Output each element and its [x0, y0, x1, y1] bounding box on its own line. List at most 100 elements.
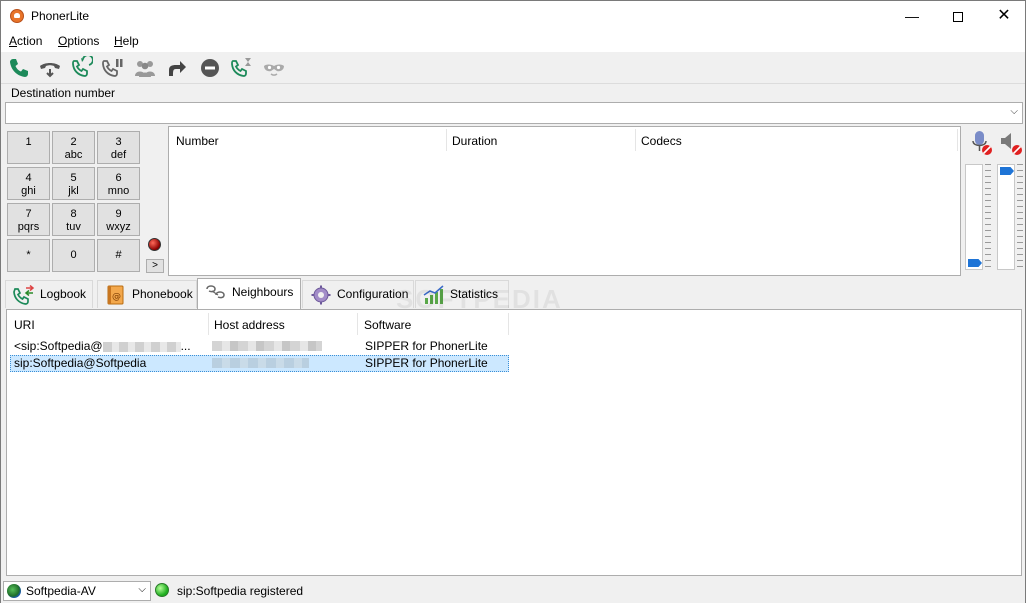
key-digit: 9 — [115, 208, 122, 220]
chevron-down-icon[interactable]: ⌵ — [1010, 106, 1018, 117]
key-digit: 2 — [70, 136, 77, 148]
account-select[interactable]: Softpedia-AV ⌵ — [3, 581, 151, 601]
key-7[interactable]: 7 pqrs — [7, 203, 50, 236]
globe-icon — [7, 584, 21, 598]
redacted-host-address — [212, 358, 309, 368]
dnd-icon[interactable] — [198, 56, 222, 80]
column-separator[interactable] — [635, 129, 636, 151]
key-digit: 1 — [25, 136, 32, 148]
key-5[interactable]: 5 jkl — [52, 167, 95, 200]
destination-input[interactable]: ⌵ — [5, 102, 1023, 124]
phonebook-icon: @ — [104, 285, 128, 305]
slider-thumb[interactable] — [1000, 167, 1014, 175]
status-text: sip:Softpedia registered — [177, 584, 304, 598]
microphone-mute-icon[interactable] — [969, 130, 993, 156]
record-icon[interactable] — [148, 238, 161, 251]
neighbours-list[interactable]: URI Host address Software <sip:Softpedia… — [6, 309, 1022, 576]
neighbours-icon — [204, 283, 228, 303]
callwait-icon[interactable] — [229, 56, 253, 80]
chevron-down-icon[interactable]: ⌵ — [138, 584, 146, 595]
mask-icon[interactable] — [262, 56, 286, 80]
maximize-icon — [953, 12, 963, 23]
key-8[interactable]: 8 tuv — [52, 203, 95, 236]
calls-list[interactable]: Number Duration Codecs — [168, 126, 961, 276]
title-bar: PhonerLite — ✕ — [1, 1, 1025, 31]
table-row-selected[interactable]: sip:Softpedia@Softpedia SIPPER for Phone… — [10, 355, 509, 372]
key-hash[interactable]: # — [97, 239, 140, 272]
column-separator[interactable] — [357, 313, 358, 335]
calls-header: Number Duration Codecs — [169, 127, 960, 155]
column-separator[interactable] — [208, 313, 209, 335]
app-logo-icon — [10, 9, 24, 23]
menu-help-accel: H — [114, 34, 123, 48]
minimize-button[interactable]: — — [889, 1, 935, 31]
svg-text:@: @ — [112, 292, 121, 302]
key-digit: 6 — [115, 172, 122, 184]
cell-software: SIPPER for PhonerLite — [365, 339, 488, 353]
key-letters: wxyz — [106, 221, 131, 233]
close-button[interactable]: ✕ — [981, 1, 1026, 31]
redacted-host-address — [212, 341, 322, 351]
more-keys-button[interactable]: > — [146, 259, 164, 273]
key-digit: 3 — [115, 136, 122, 148]
column-separator[interactable] — [508, 313, 509, 335]
key-letters: ghi — [21, 185, 36, 197]
menu-action-accel: A — [9, 34, 18, 48]
key-letters: abc — [64, 149, 83, 161]
speaker-mute-icon[interactable] — [999, 130, 1023, 156]
window-title: PhonerLite — [31, 9, 90, 23]
key-2[interactable]: 2 abc — [52, 131, 95, 164]
key-digit: 7 — [25, 208, 32, 220]
tab-phonebook[interactable]: @ Phonebook — [97, 280, 197, 308]
column-header-uri[interactable]: URI — [14, 318, 35, 332]
key-3[interactable]: 3 def — [97, 131, 140, 164]
column-header-duration[interactable]: Duration — [452, 134, 497, 148]
microphone-volume-slider[interactable] — [965, 164, 983, 270]
column-separator[interactable] — [957, 129, 958, 151]
menu-help[interactable]: Help — [114, 34, 139, 48]
destination-label: Destination number — [11, 86, 116, 100]
tab-label: Logbook — [40, 287, 87, 301]
tab-logbook[interactable]: Logbook — [5, 280, 93, 308]
menu-help-rest: elp — [122, 34, 139, 48]
forward-icon[interactable] — [165, 56, 189, 80]
hold-icon[interactable] — [100, 56, 124, 80]
key-4[interactable]: 4 ghi — [7, 167, 50, 200]
menu-options[interactable]: Options — [58, 34, 99, 48]
column-separator[interactable] — [446, 129, 447, 151]
tab-label: Phonebook — [132, 287, 193, 301]
registration-status-icon — [155, 583, 169, 597]
cell-software: SIPPER for PhonerLite — [365, 356, 488, 370]
redial-icon[interactable] — [69, 54, 94, 80]
status-bar: Softpedia-AV ⌵ sip:Softpedia registered — [1, 579, 1025, 603]
maximize-button[interactable] — [935, 1, 981, 31]
column-header-software[interactable]: Software — [364, 318, 411, 332]
tab-neighbours[interactable]: Neighbours — [197, 278, 301, 309]
key-digit: 4 — [25, 172, 32, 184]
key-star[interactable]: * — [7, 239, 50, 272]
column-header-codecs[interactable]: Codecs — [641, 134, 682, 148]
cell-uri: sip:Softpedia@Softpedia — [14, 356, 147, 370]
column-header-host-address[interactable]: Host address — [214, 318, 285, 332]
conference-icon[interactable] — [133, 56, 157, 80]
speaker-volume-slider[interactable] — [997, 164, 1015, 270]
slider-thumb[interactable] — [968, 259, 982, 267]
key-9[interactable]: 9 wxyz — [97, 203, 140, 236]
key-digit: 8 — [70, 208, 77, 220]
audio-panel — [963, 126, 1025, 276]
key-letters: pqrs — [17, 221, 40, 233]
key-6[interactable]: 6 mno — [97, 167, 140, 200]
key-digit: * — [26, 249, 31, 261]
menu-options-accel: O — [58, 34, 68, 48]
slider-ticks — [985, 164, 991, 270]
hangup-icon[interactable] — [38, 56, 62, 80]
menu-action[interactable]: Action — [9, 34, 42, 48]
cell-uri: <sip:Softpedia@... — [14, 339, 191, 353]
app-window: PhonerLite — ✕ Action Options Help Desti… — [0, 0, 1026, 603]
key-1[interactable]: 1 — [7, 131, 50, 164]
key-0[interactable]: 0 — [52, 239, 95, 272]
key-letters: tuv — [66, 221, 81, 233]
call-icon[interactable] — [7, 56, 31, 80]
table-row[interactable]: <sip:Softpedia@... SIPPER for PhonerLite — [10, 338, 509, 355]
column-header-number[interactable]: Number — [176, 134, 219, 148]
